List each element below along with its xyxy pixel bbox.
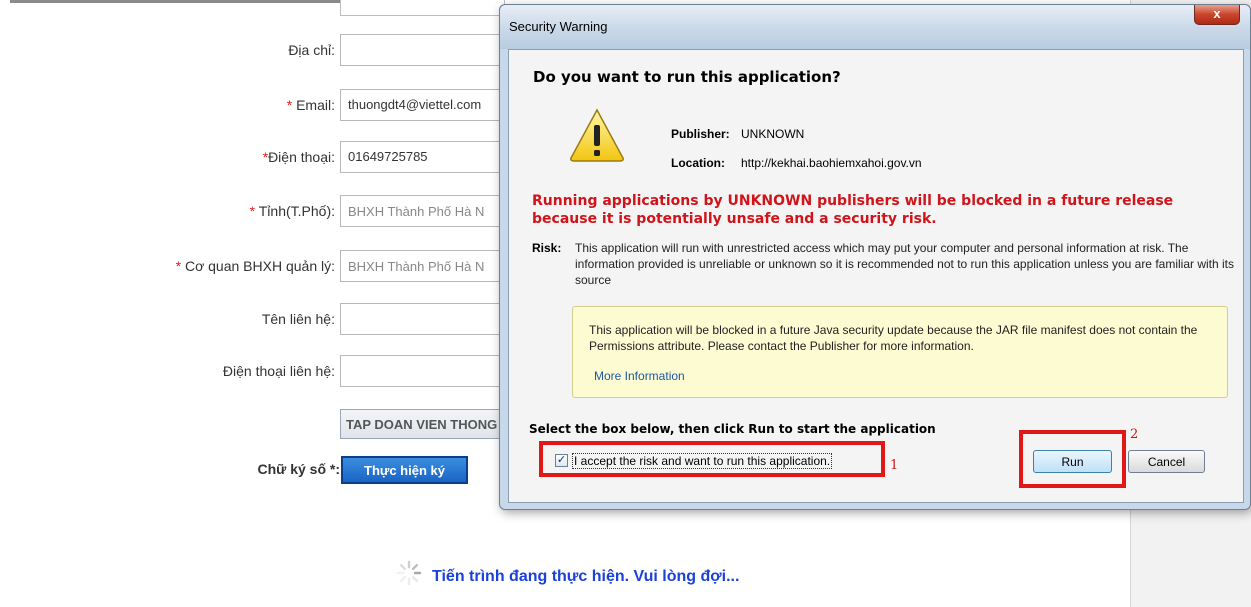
email-label: * Email: [286,97,335,113]
close-icon[interactable]: x [1194,5,1240,25]
address-input[interactable] [340,34,505,66]
phone-row: *Điện thoại: 01649725785 [0,141,505,173]
annotation-number-1: 1 [890,458,899,473]
email-row: * Email: thuongdt4@viettel.com [0,89,505,121]
contact-name-label: Tên liên hệ: [261,311,335,327]
contact-phone-label: Điện thoại liên hệ: [222,363,335,379]
annotation-box-run [1019,430,1126,488]
dialog-title: Security Warning [509,19,608,34]
location-value: http://kekhai.baohiemxahoi.gov.vn [741,156,922,170]
loading-spinner-icon [396,560,422,586]
location-label: Location: [671,156,725,170]
dialog-heading: Do you want to run this application? [533,68,841,86]
agency-row: * Cơ quan BHXH quản lý: BHXH Thành Phố H… [0,250,505,282]
agency-input[interactable]: BHXH Thành Phố Hà N [340,250,505,282]
organization-name-box: TAP DOAN VIEN THONG [340,409,505,439]
contact-phone-row: Điện thoại liên hệ: [0,355,505,387]
email-input[interactable]: thuongdt4@viettel.com [340,89,505,121]
more-information-link[interactable]: More Information [594,369,685,383]
cancel-button[interactable]: Cancel [1128,450,1205,473]
digital-signature-label: Chữ ký số *: [257,461,341,477]
annotation-box-checkbox [539,441,885,477]
publisher-value: UNKNOWN [741,127,805,141]
contact-name-row: Tên liên hệ: [0,303,505,335]
address-label: Địa chỉ: [288,42,335,58]
phone-input[interactable]: 01649725785 [340,141,505,173]
select-instruction: Select the box below, then click Run to … [529,422,936,436]
phone-label: *Điện thoại: [262,149,335,165]
dialog-titlebar[interactable]: Security Warning x [500,5,1250,49]
address-row: Địa chỉ: [0,34,505,66]
annotation-number-2: 2 [1130,427,1139,442]
province-label: * Tỉnh(T.Phố): [249,203,335,219]
publisher-label: Publisher: [671,127,730,141]
unknown-publisher-warning: Running applications by UNKNOWN publishe… [532,193,1174,227]
agency-label: * Cơ quan BHXH quản lý: [175,258,335,274]
sign-button[interactable]: Thực hiện ký [341,456,468,484]
province-row: * Tỉnh(T.Phố): BHXH Thành Phố Hà N [0,195,505,227]
risk-label: Risk: [532,241,562,255]
progress-status-text: Tiến trình đang thực hiện. Vui lòng đợi.… [432,568,740,585]
warning-icon [570,108,624,162]
risk-description: This application will run with unrestric… [575,241,1234,287]
manifest-info-box: This application will be blocked in a fu… [572,306,1228,398]
manifest-info-text: This application will be blocked in a fu… [589,323,1198,353]
province-input[interactable]: BHXH Thành Phố Hà N [340,195,505,227]
contact-name-input[interactable] [340,303,505,335]
contact-phone-input[interactable] [340,355,505,387]
previous-field-input[interactable] [340,0,505,16]
